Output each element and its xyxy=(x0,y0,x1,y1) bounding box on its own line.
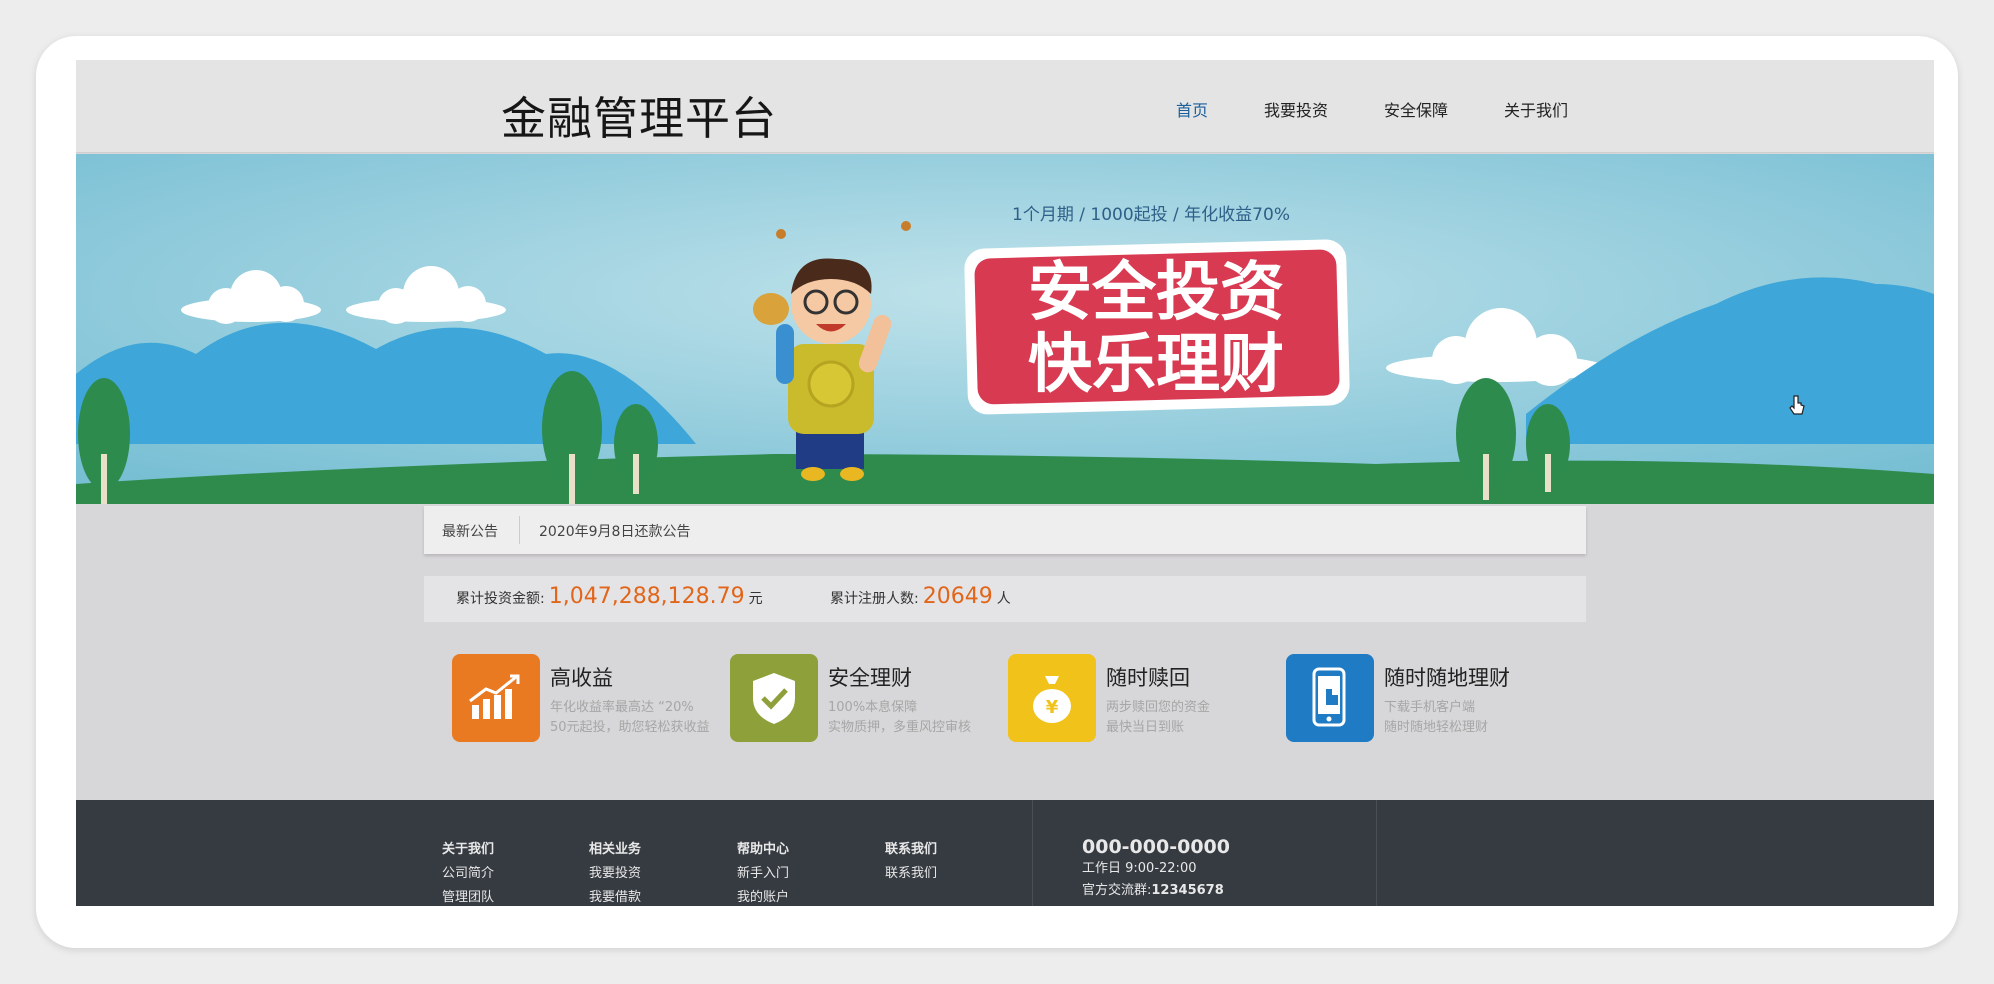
feature-title: 高收益 xyxy=(550,666,613,690)
feature-desc-line2: 最快当日到账 xyxy=(1106,720,1185,735)
stats-bar: 累计投资金额: 1,047,288,128.79 元 累计注册人数: 20649… xyxy=(424,576,1586,622)
footer-col-help: 帮助中心 新手入门 我的账户 xyxy=(737,838,789,906)
footer-link-contact[interactable]: 联系我们 xyxy=(885,862,937,886)
feature-mobile-finance[interactable]: 随时随地理财 下载手机客户端 随时随地轻松理财 xyxy=(1286,654,1566,746)
banner-headline-line1: 安全投资 xyxy=(1028,256,1284,330)
footer-col-business: 相关业务 我要投资 我要借款 xyxy=(589,838,641,906)
feature-title: 安全理财 xyxy=(828,666,912,690)
feature-desc-line1: 年化收益率最高达 “20% xyxy=(550,700,694,715)
announcement-link[interactable]: 2020年9月8日还款公告 xyxy=(539,521,690,541)
footer-qq-group: 官方交流群:12345678 xyxy=(1082,880,1230,902)
banner-headline: 安全投资 快乐理财 xyxy=(964,239,1350,415)
announcement-divider xyxy=(519,516,520,544)
feature-description: 100%本息保障 实物质押，多重风控审核 xyxy=(828,698,971,738)
svg-text:¥: ¥ xyxy=(1046,697,1059,718)
stat-investment-unit: 元 xyxy=(748,591,763,607)
footer-link-account[interactable]: 我的账户 xyxy=(737,886,789,906)
stat-users-label: 累计注册人数: xyxy=(830,591,919,607)
stat-total-investment: 累计投资金额: 1,047,288,128.79 元 xyxy=(456,584,763,609)
feature-title: 随时赎回 xyxy=(1106,666,1190,690)
hero-banner[interactable]: 1个月期 / 1000起投 / 年化收益70% 安全投资 快乐理财 xyxy=(76,154,1934,504)
site-logo[interactable]: 金融管理平台 xyxy=(501,82,777,147)
feature-desc-line2: 50元起投，助您轻松获收益 xyxy=(550,720,710,735)
feature-desc-line1: 100%本息保障 xyxy=(828,700,918,715)
stat-investment-value: 1,047,288,128.79 xyxy=(548,584,745,609)
stat-registered-users: 累计注册人数: 20649 人 xyxy=(830,584,1011,609)
footer-phone: 000-000-0000 xyxy=(1082,836,1230,858)
nav-about[interactable]: 关于我们 xyxy=(1504,97,1568,121)
announcement-label: 最新公告 xyxy=(442,524,498,540)
footer-col-title: 关于我们 xyxy=(442,842,495,857)
nav-security[interactable]: 安全保障 xyxy=(1384,97,1448,121)
feature-safe-finance[interactable]: 安全理财 100%本息保障 实物质押，多重风控审核 xyxy=(730,654,1010,746)
footer-link-borrow[interactable]: 我要借款 xyxy=(589,886,641,906)
feature-title: 随时随地理财 xyxy=(1384,666,1510,690)
footer-divider xyxy=(1032,800,1033,906)
footer-group-label: 官方交流群: xyxy=(1082,883,1152,898)
footer-link-newbie[interactable]: 新手入门 xyxy=(737,862,789,886)
announcement-bar: 最新公告 2020年9月8日还款公告 xyxy=(424,506,1586,554)
footer-link-invest[interactable]: 我要投资 xyxy=(589,862,641,886)
feature-description: 年化收益率最高达 “20% 50元起投，助您轻松获收益 xyxy=(550,698,710,738)
feature-desc-line2: 实物质押，多重风控审核 xyxy=(828,720,972,735)
stat-users-unit: 人 xyxy=(996,591,1011,607)
footer-col-title: 相关业务 xyxy=(589,842,642,857)
footer-contact-info: 000-000-0000 工作日 9:00-22:00 官方交流群:123456… xyxy=(1082,836,1230,902)
footer-divider xyxy=(1376,800,1377,906)
feature-desc-line1: 两步赎回您的资金 xyxy=(1106,700,1211,715)
feature-desc-line1: 下载手机客户端 xyxy=(1384,700,1476,715)
shield-check-icon xyxy=(730,654,818,742)
footer-col-title: 帮助中心 xyxy=(737,842,790,857)
footer-link-company[interactable]: 公司简介 xyxy=(442,862,494,886)
banner-headline-line2: 快乐理财 xyxy=(1028,328,1284,402)
footer-col-about: 关于我们 公司简介 管理团队 xyxy=(442,838,494,906)
mobile-icon xyxy=(1286,654,1374,742)
footer-col-title: 联系我们 xyxy=(885,842,938,857)
stat-users-value: 20649 xyxy=(922,584,993,609)
footer-col-contact: 联系我们 联系我们 xyxy=(885,838,937,886)
chart-icon xyxy=(452,654,540,742)
footer-hours: 工作日 9:00-22:00 xyxy=(1082,861,1197,876)
money-bag-icon: ¥ xyxy=(1008,654,1096,742)
feature-description: 下载手机客户端 随时随地轻松理财 xyxy=(1384,698,1488,738)
footer-link-team[interactable]: 管理团队 xyxy=(442,886,494,906)
feature-desc-line2: 随时随地轻松理财 xyxy=(1384,720,1489,735)
mouse-pointer-icon xyxy=(1789,395,1805,415)
nav-home[interactable]: 首页 xyxy=(1176,97,1208,121)
feature-high-yield[interactable]: 高收益 年化收益率最高达 “20% 50元起投，助您轻松获收益 xyxy=(452,654,732,746)
nav-invest[interactable]: 我要投资 xyxy=(1264,97,1328,121)
feature-redeem-anytime[interactable]: ¥ 随时赎回 两步赎回您的资金 最快当日到账 xyxy=(1008,654,1288,746)
site-footer: 关于我们 公司简介 管理团队 相关业务 我要投资 我要借款 帮助中心 新手入门 … xyxy=(76,800,1934,906)
banner-tagline: 1个月期 / 1000起投 / 年化收益70% xyxy=(1012,205,1290,225)
stat-investment-label: 累计投资金额: xyxy=(456,591,545,607)
feature-description: 两步赎回您的资金 最快当日到账 xyxy=(1106,698,1210,738)
browser-viewport: 金融管理平台 首页 我要投资 安全保障 关于我们 1个月期 / 1000起投 /… xyxy=(76,60,1934,906)
site-header: 金融管理平台 首页 我要投资 安全保障 关于我们 xyxy=(76,60,1934,153)
footer-group-number: 12345678 xyxy=(1151,883,1224,898)
